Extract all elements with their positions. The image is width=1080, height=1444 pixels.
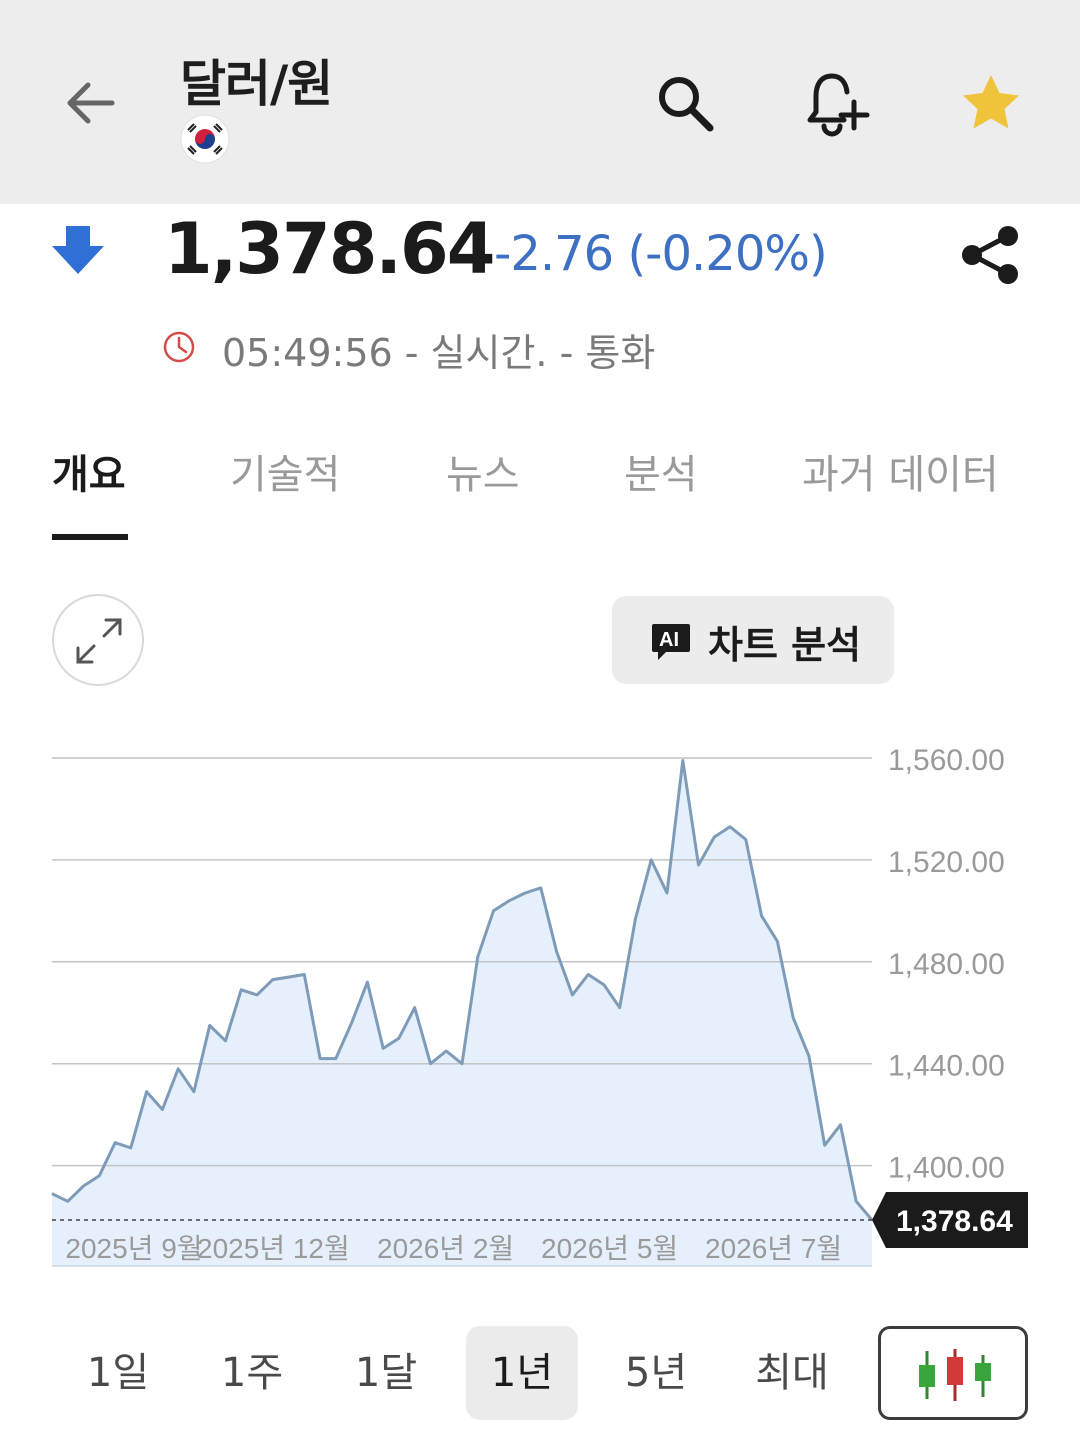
y-tick-label: 1,560.00	[888, 744, 1005, 777]
ai-icon: AI	[652, 624, 690, 660]
kr-flag-icon	[180, 114, 230, 164]
range-1d[interactable]: 1일	[62, 1326, 174, 1420]
clock-icon	[163, 331, 195, 363]
time-range-selector: 1일 1주 1달 1년 5년 최대	[0, 1322, 1080, 1422]
tab-technical[interactable]: 기술적	[230, 442, 340, 500]
range-1m[interactable]: 1달	[330, 1326, 442, 1420]
y-tick-label: 1,400.00	[888, 1152, 1005, 1185]
section-tabs: 개요 기술적 뉴스 분석 과거 데이터	[0, 430, 1080, 542]
x-tick-label: 2025년 9월	[65, 1233, 202, 1264]
range-max[interactable]: 최대	[736, 1326, 848, 1420]
share-icon[interactable]	[958, 222, 1024, 288]
current-price: 1,378.64	[164, 208, 495, 290]
x-tick-label: 2025년 12월	[197, 1233, 350, 1264]
expand-icon	[76, 618, 122, 664]
back-arrow-icon[interactable]	[58, 70, 124, 136]
tab-historical-data[interactable]: 과거 데이터	[802, 442, 999, 500]
ai-button-label: 차트 분석	[708, 623, 862, 667]
ai-chart-analysis-button[interactable]: AI 차트 분석	[612, 596, 894, 684]
bell-plus-icon[interactable]	[800, 66, 876, 142]
price-area-chart[interactable]: 1,560.00 1,520.00 1,480.00 1,440.00 1,400.00…	[0, 730, 1080, 1280]
tab-overview[interactable]: 개요	[52, 442, 126, 500]
page-title: 달러/원	[180, 55, 333, 113]
x-tick-label: 2026년 5월	[541, 1233, 678, 1264]
y-tick-label: 1,520.00	[888, 846, 1005, 879]
fullscreen-button[interactable]	[52, 594, 144, 686]
range-1w[interactable]: 1주	[196, 1326, 308, 1420]
current-price-tag-label: 1,378.64	[896, 1205, 1013, 1238]
star-icon[interactable]	[958, 70, 1024, 136]
area-fill	[52, 760, 872, 1220]
search-icon[interactable]	[652, 70, 718, 136]
candlestick-chart-icon	[919, 1349, 991, 1401]
active-tab-indicator	[52, 534, 128, 540]
y-tick-label: 1,480.00	[888, 948, 1005, 981]
chart-type-button[interactable]	[878, 1326, 1028, 1420]
arrow-down-icon	[52, 226, 104, 274]
range-5y[interactable]: 5년	[600, 1326, 712, 1420]
x-tick-label: 2026년 2월	[377, 1233, 514, 1264]
x-tick-label: 2026년 7월	[705, 1233, 842, 1264]
price-change: -2.76 (-0.20%)	[494, 226, 828, 282]
range-1y[interactable]: 1년	[466, 1326, 578, 1420]
svg-text:AI: AI	[659, 629, 679, 651]
quote-time-status: 05:49:56 - 실시간. - 통화	[222, 331, 656, 375]
tab-news[interactable]: 뉴스	[446, 442, 520, 500]
app-header: 달러/원	[0, 0, 1080, 204]
tab-analysis[interactable]: 분석	[624, 442, 698, 500]
y-tick-label: 1,440.00	[888, 1050, 1005, 1083]
